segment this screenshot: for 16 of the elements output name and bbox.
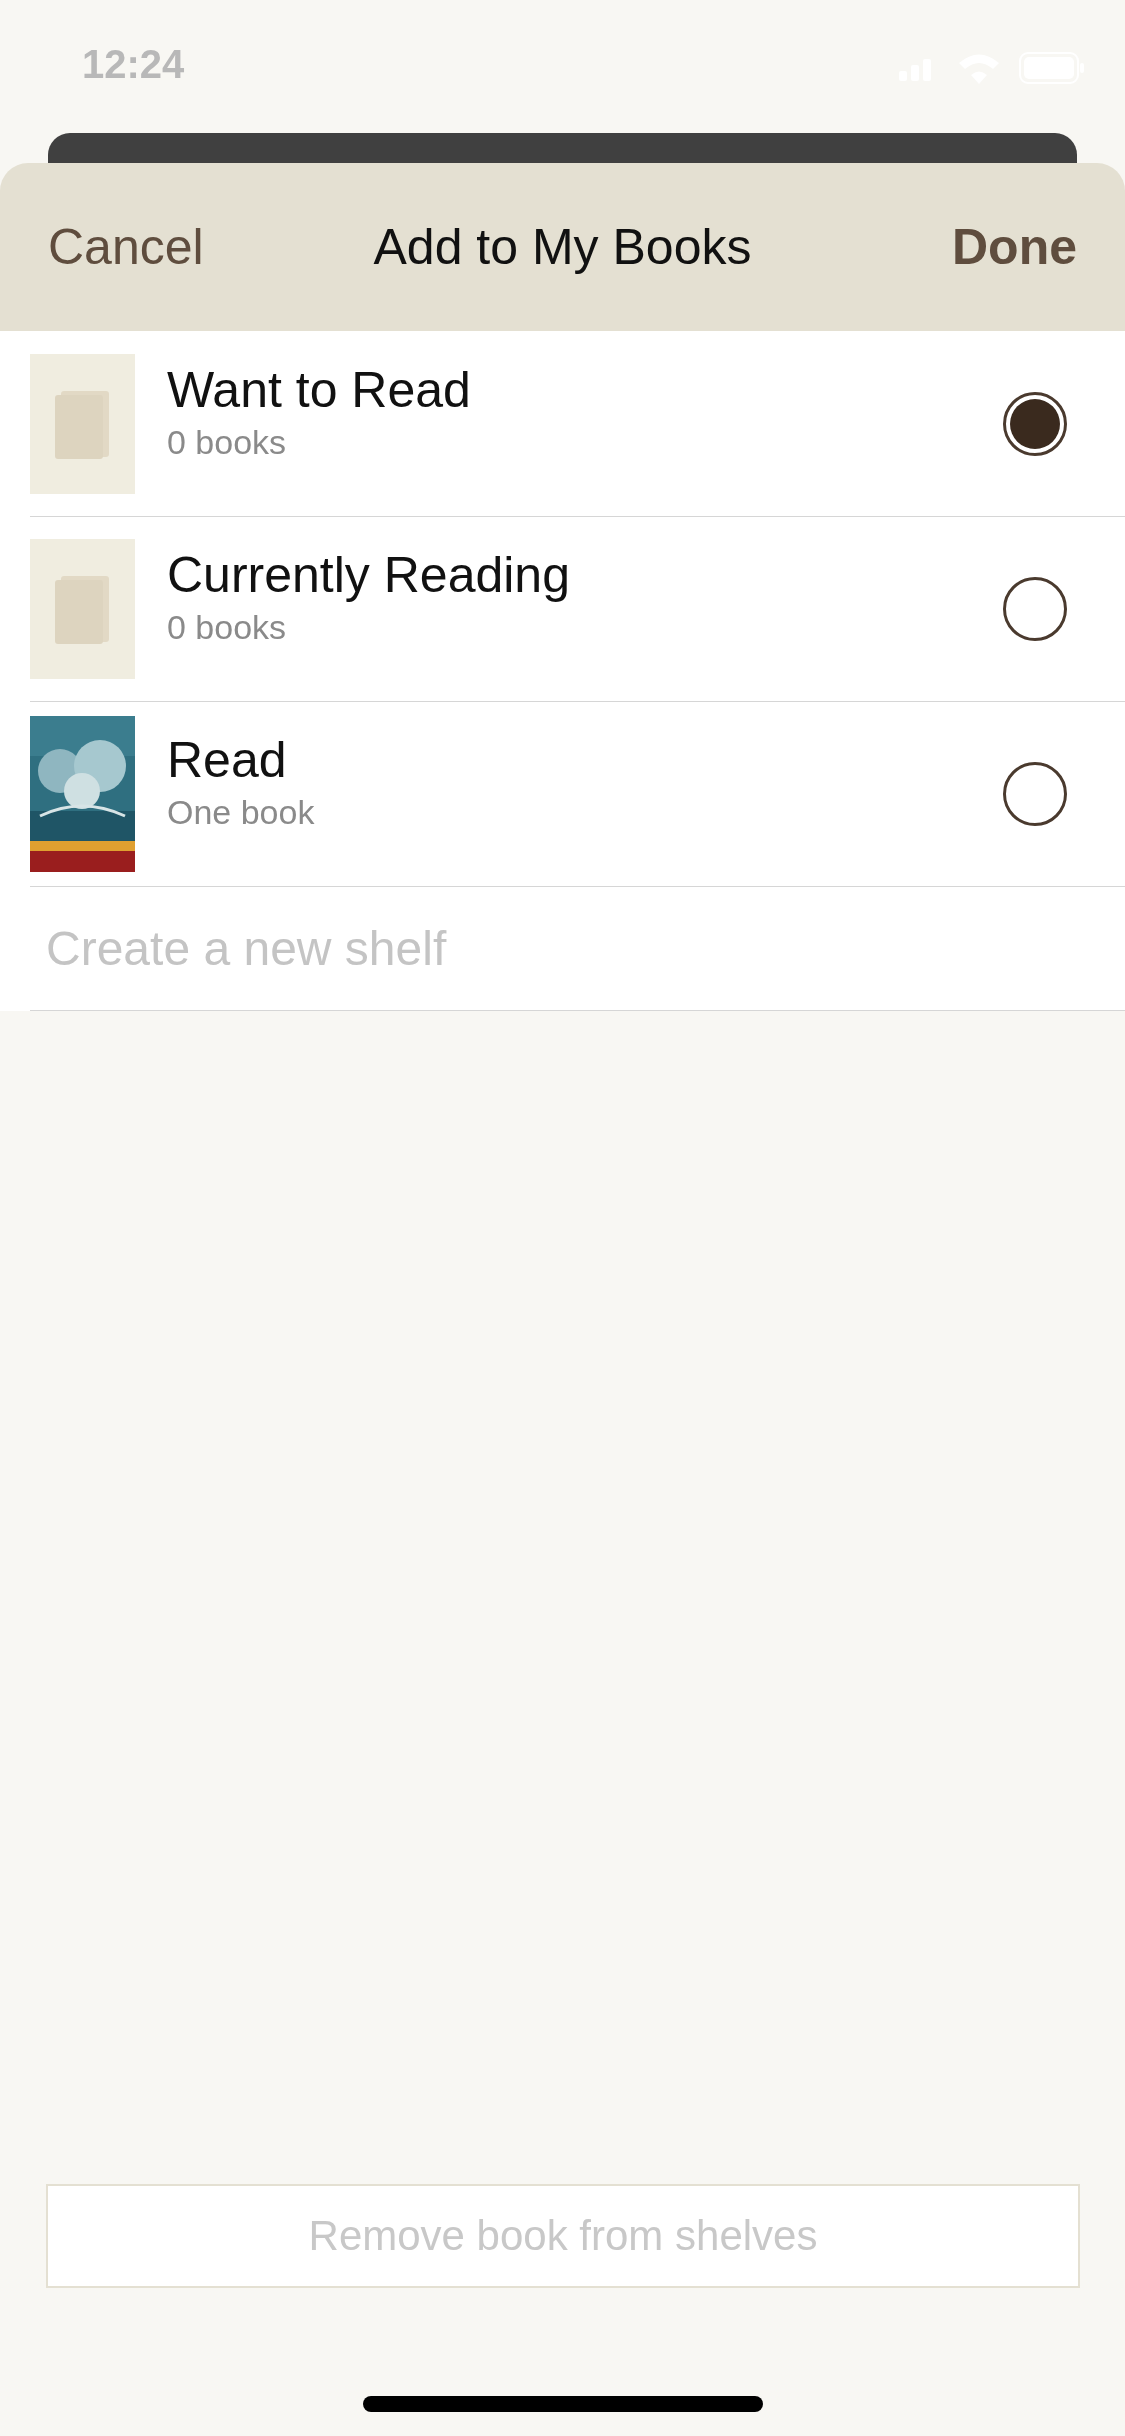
radio-button[interactable] [1003, 762, 1067, 826]
new-shelf-field[interactable]: Create a new shelf [30, 908, 762, 989]
radio-button[interactable] [1003, 577, 1067, 641]
radio-button[interactable] [1003, 391, 1067, 456]
status-time: 12:24 [82, 42, 185, 87]
shelf-count: One book [167, 793, 316, 832]
book-icon [54, 574, 111, 644]
shelf-name: Want to Read [167, 360, 472, 419]
shelf-count: 0 books [167, 608, 288, 647]
shelf-name: Currently Reading [167, 546, 571, 604]
nav-title: Add to My Books [373, 218, 752, 276]
shelf-name: Read [167, 731, 288, 789]
shelf-count: 0 books [167, 422, 288, 462]
cancel-button[interactable]: Cancel [48, 218, 204, 276]
done-button[interactable]: Done [952, 218, 1077, 276]
book-icon [54, 388, 111, 459]
